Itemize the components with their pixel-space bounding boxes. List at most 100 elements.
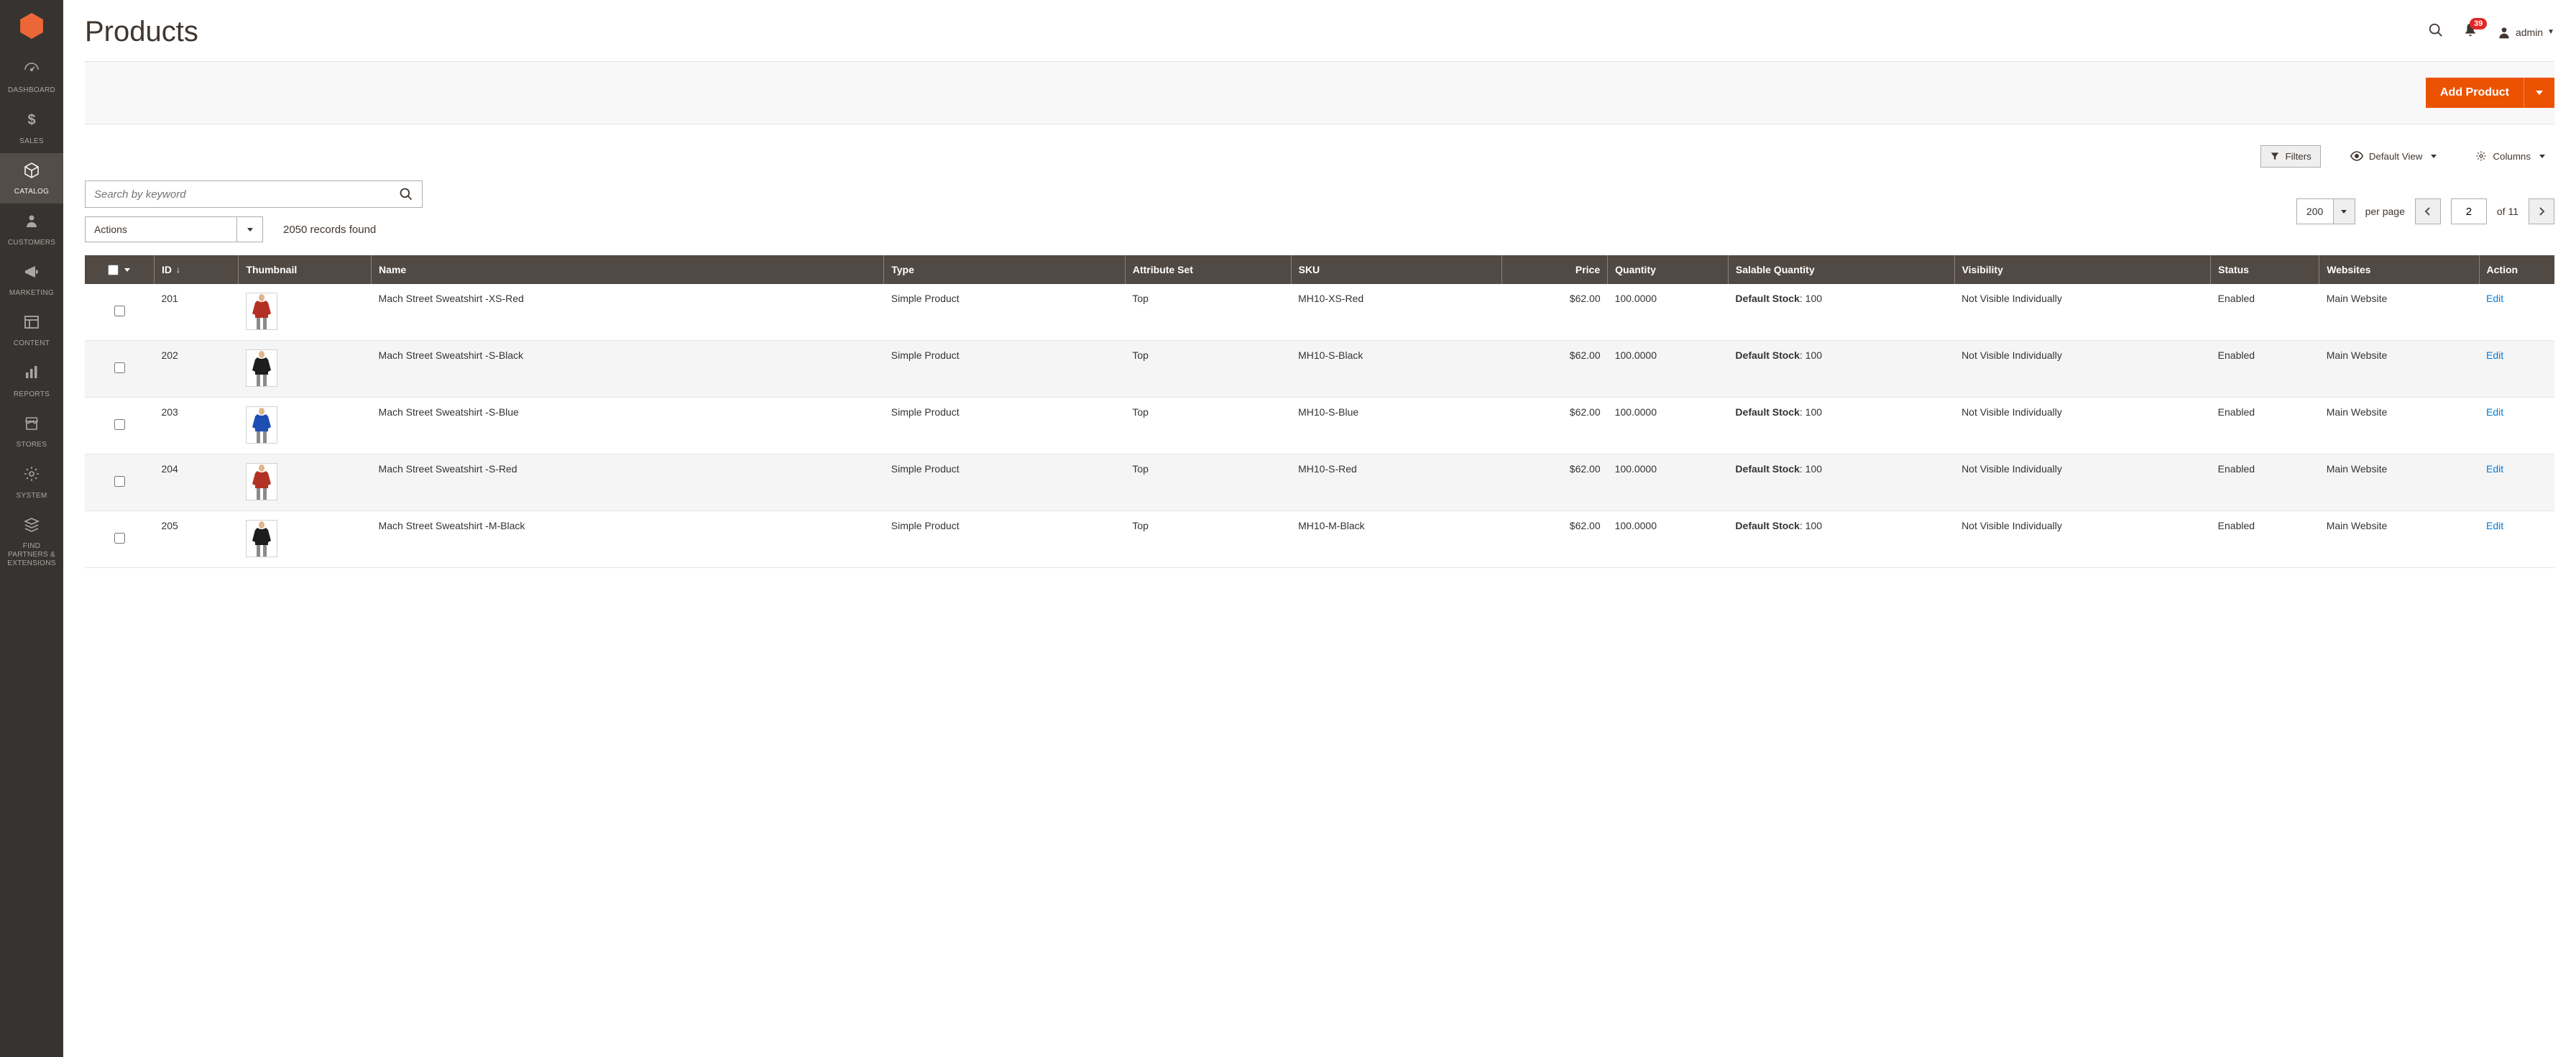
sidebar-item-dashboard[interactable]: DASHBOARD (0, 52, 63, 102)
product-thumbnail (246, 520, 277, 557)
cell-name: Mach Street Sweatshirt -S-Red (372, 454, 884, 511)
gear-icon (23, 465, 40, 487)
row-checkbox[interactable] (114, 533, 125, 544)
cell-price: $62.00 (1502, 511, 1608, 568)
cell-thumbnail (239, 284, 372, 341)
edit-link[interactable]: Edit (2486, 349, 2503, 361)
sidebar-item-label: MARKETING (9, 289, 54, 298)
col-price[interactable]: Price (1502, 255, 1608, 284)
chevron-right-icon (2538, 206, 2545, 216)
cell-id: 202 (154, 341, 238, 398)
page-input[interactable] (2451, 198, 2487, 224)
user-menu[interactable]: admin ▼ (2497, 25, 2554, 40)
col-id[interactable]: ID↓ (154, 255, 238, 284)
edit-link[interactable]: Edit (2486, 293, 2503, 304)
actions-select[interactable]: Actions (85, 216, 263, 242)
search-button[interactable] (390, 181, 422, 207)
col-name[interactable]: Name (372, 255, 884, 284)
col-sku[interactable]: SKU (1291, 255, 1502, 284)
filters-button[interactable]: Filters (2260, 145, 2321, 168)
edit-link[interactable]: Edit (2486, 406, 2503, 418)
cell-attribute-set: Top (1125, 454, 1291, 511)
store-icon (23, 415, 40, 436)
cell-sku: MH10-S-Black (1291, 341, 1502, 398)
row-checkbox[interactable] (114, 306, 125, 316)
per-page-select[interactable]: 200 (2296, 198, 2355, 224)
col-action[interactable]: Action (2479, 255, 2554, 284)
col-websites[interactable]: Websites (2319, 255, 2479, 284)
cell-salable: Default Stock: 100 (1728, 511, 1954, 568)
logo[interactable] (0, 0, 63, 52)
sidebar-item-catalog[interactable]: CATALOG (0, 153, 63, 203)
sidebar-item-content[interactable]: CONTENT (0, 305, 63, 355)
cell-id: 204 (154, 454, 238, 511)
sort-arrow-icon: ↓ (176, 265, 180, 275)
cell-sku: MH10-S-Red (1291, 454, 1502, 511)
sidebar-item-sales[interactable]: $SALES (0, 102, 63, 152)
table-row[interactable]: 201Mach Street Sweatshirt -XS-RedSimple … (85, 284, 2554, 341)
cell-sku: MH10-XS-Red (1291, 284, 1502, 341)
stack-icon (23, 516, 40, 538)
table-row[interactable]: 202Mach Street Sweatshirt -S-BlackSimple… (85, 341, 2554, 398)
cell-thumbnail (239, 454, 372, 511)
table-row[interactable]: 204 Mach Street Sweatshirt -S-RedSimple P… (85, 454, 2554, 511)
add-product-button[interactable]: Add Product (2426, 78, 2524, 108)
caret-down-icon (2536, 91, 2543, 95)
cell-sku: MH10-S-Blue (1291, 398, 1502, 454)
search-input[interactable] (86, 188, 390, 201)
cell-salable: Default Stock: 100 (1728, 454, 1954, 511)
caret-down-icon (2333, 199, 2355, 224)
cell-quantity: 100.0000 (1608, 511, 1729, 568)
page-of-label: of 11 (2497, 206, 2518, 217)
next-page-button[interactable] (2529, 198, 2554, 224)
cell-name: Mach Street Sweatshirt -S-Black (372, 341, 884, 398)
cell-thumbnail (239, 398, 372, 454)
edit-link[interactable]: Edit (2486, 463, 2503, 475)
sidebar-item-reports[interactable]: REPORTS (0, 355, 63, 406)
col-type[interactable]: Type (884, 255, 1126, 284)
sidebar: DASHBOARD $SALESCATALOGCUSTOMERS MARKETING… (0, 0, 63, 1057)
col-status[interactable]: Status (2211, 255, 2319, 284)
cell-websites: Main Website (2319, 454, 2479, 511)
pagination-controls: 200 per page of 11 (2296, 198, 2554, 224)
row-checkbox[interactable] (114, 476, 125, 487)
caret-down-icon[interactable] (124, 268, 130, 272)
row-checkbox[interactable] (114, 419, 125, 430)
search-icon[interactable] (2428, 22, 2444, 42)
per-page-value: 200 (2297, 199, 2333, 224)
row-checkbox[interactable] (114, 362, 125, 373)
prev-page-button[interactable] (2415, 198, 2441, 224)
cell-status: Enabled (2211, 398, 2319, 454)
add-product-dropdown[interactable] (2524, 78, 2554, 108)
table-row[interactable]: 203Mach Street Sweatshirt -S-BlueSimple … (85, 398, 2554, 454)
col-thumbnail[interactable]: Thumbnail (239, 255, 372, 284)
cell-type: Simple Product (884, 454, 1126, 511)
columns-label: Columns (2493, 151, 2531, 162)
col-quantity[interactable]: Quantity (1608, 255, 1729, 284)
cell-action: Edit (2479, 284, 2554, 341)
cell-thumbnail (239, 511, 372, 568)
edit-link[interactable]: Edit (2486, 520, 2503, 531)
sidebar-item-find-partners-extensions[interactable]: FIND PARTNERS & EXTENSIONS (0, 508, 63, 575)
sidebar-item-stores[interactable]: STORES (0, 406, 63, 457)
sidebar-item-system[interactable]: SYSTEM (0, 457, 63, 507)
cell-visibility: Not Visible Individually (1954, 341, 2211, 398)
sidebar-item-label: FIND PARTNERS & EXTENSIONS (3, 542, 60, 568)
cell-id: 203 (154, 398, 238, 454)
cell-attribute-set: Top (1125, 341, 1291, 398)
columns-button[interactable]: Columns (2466, 145, 2554, 168)
cell-visibility: Not Visible Individually (1954, 511, 2211, 568)
notifications-icon[interactable]: 39 (2462, 22, 2478, 42)
default-view-button[interactable]: Default View (2341, 145, 2447, 168)
main-content: Products 39 admin ▼ Add Product Filters (63, 0, 2576, 1057)
table-row[interactable]: 205Mach Street Sweatshirt -M-BlackSimple… (85, 511, 2554, 568)
sidebar-item-customers[interactable]: CUSTOMERS (0, 203, 63, 254)
sidebar-item-label: DASHBOARD (8, 86, 55, 95)
select-all-checkbox[interactable] (108, 265, 119, 275)
sidebar-item-marketing[interactable]: MARKETING (0, 255, 63, 305)
sidebar-item-label: SYSTEM (17, 492, 47, 500)
col-visibility[interactable]: Visibility (1954, 255, 2211, 284)
col-salable-quantity[interactable]: Salable Quantity (1728, 255, 1954, 284)
col-attribute-set[interactable]: Attribute Set (1125, 255, 1291, 284)
cell-id: 201 (154, 284, 238, 341)
